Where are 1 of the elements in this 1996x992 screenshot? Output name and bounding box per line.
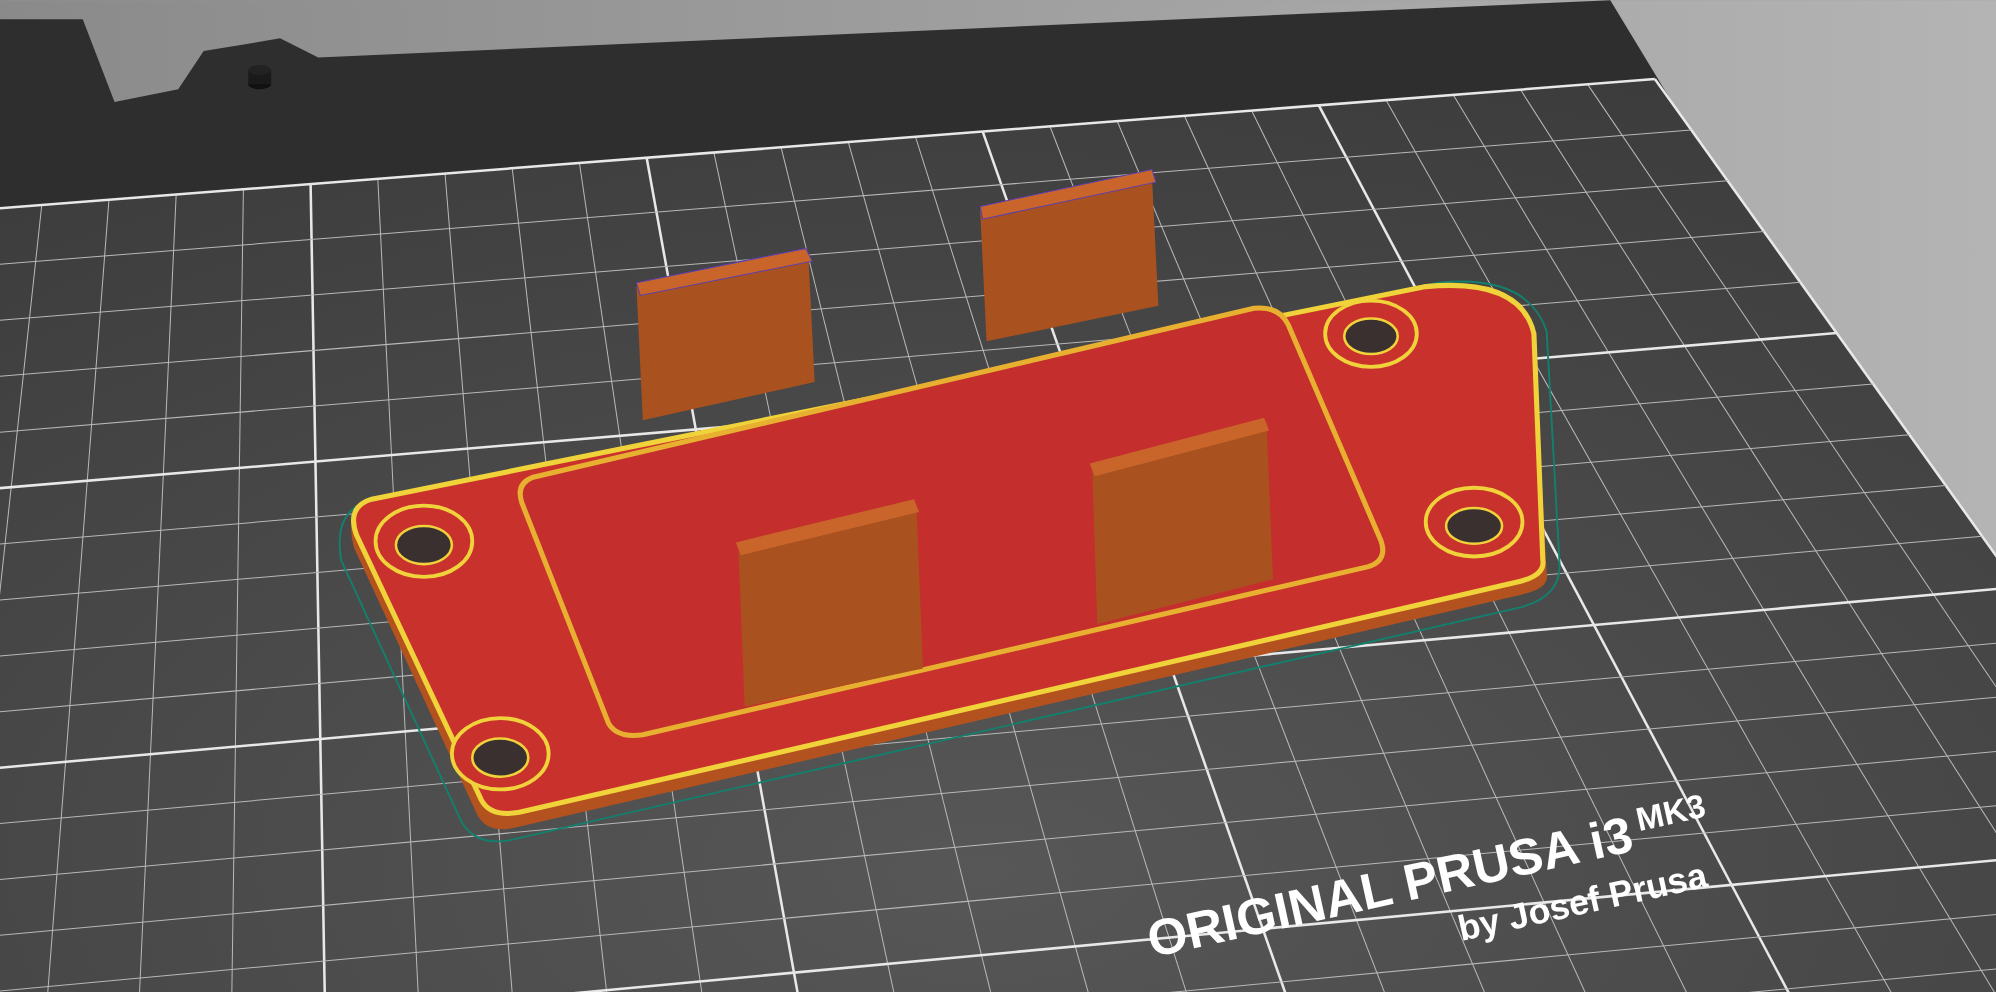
bed-model: MK3 — [1632, 786, 1709, 839]
